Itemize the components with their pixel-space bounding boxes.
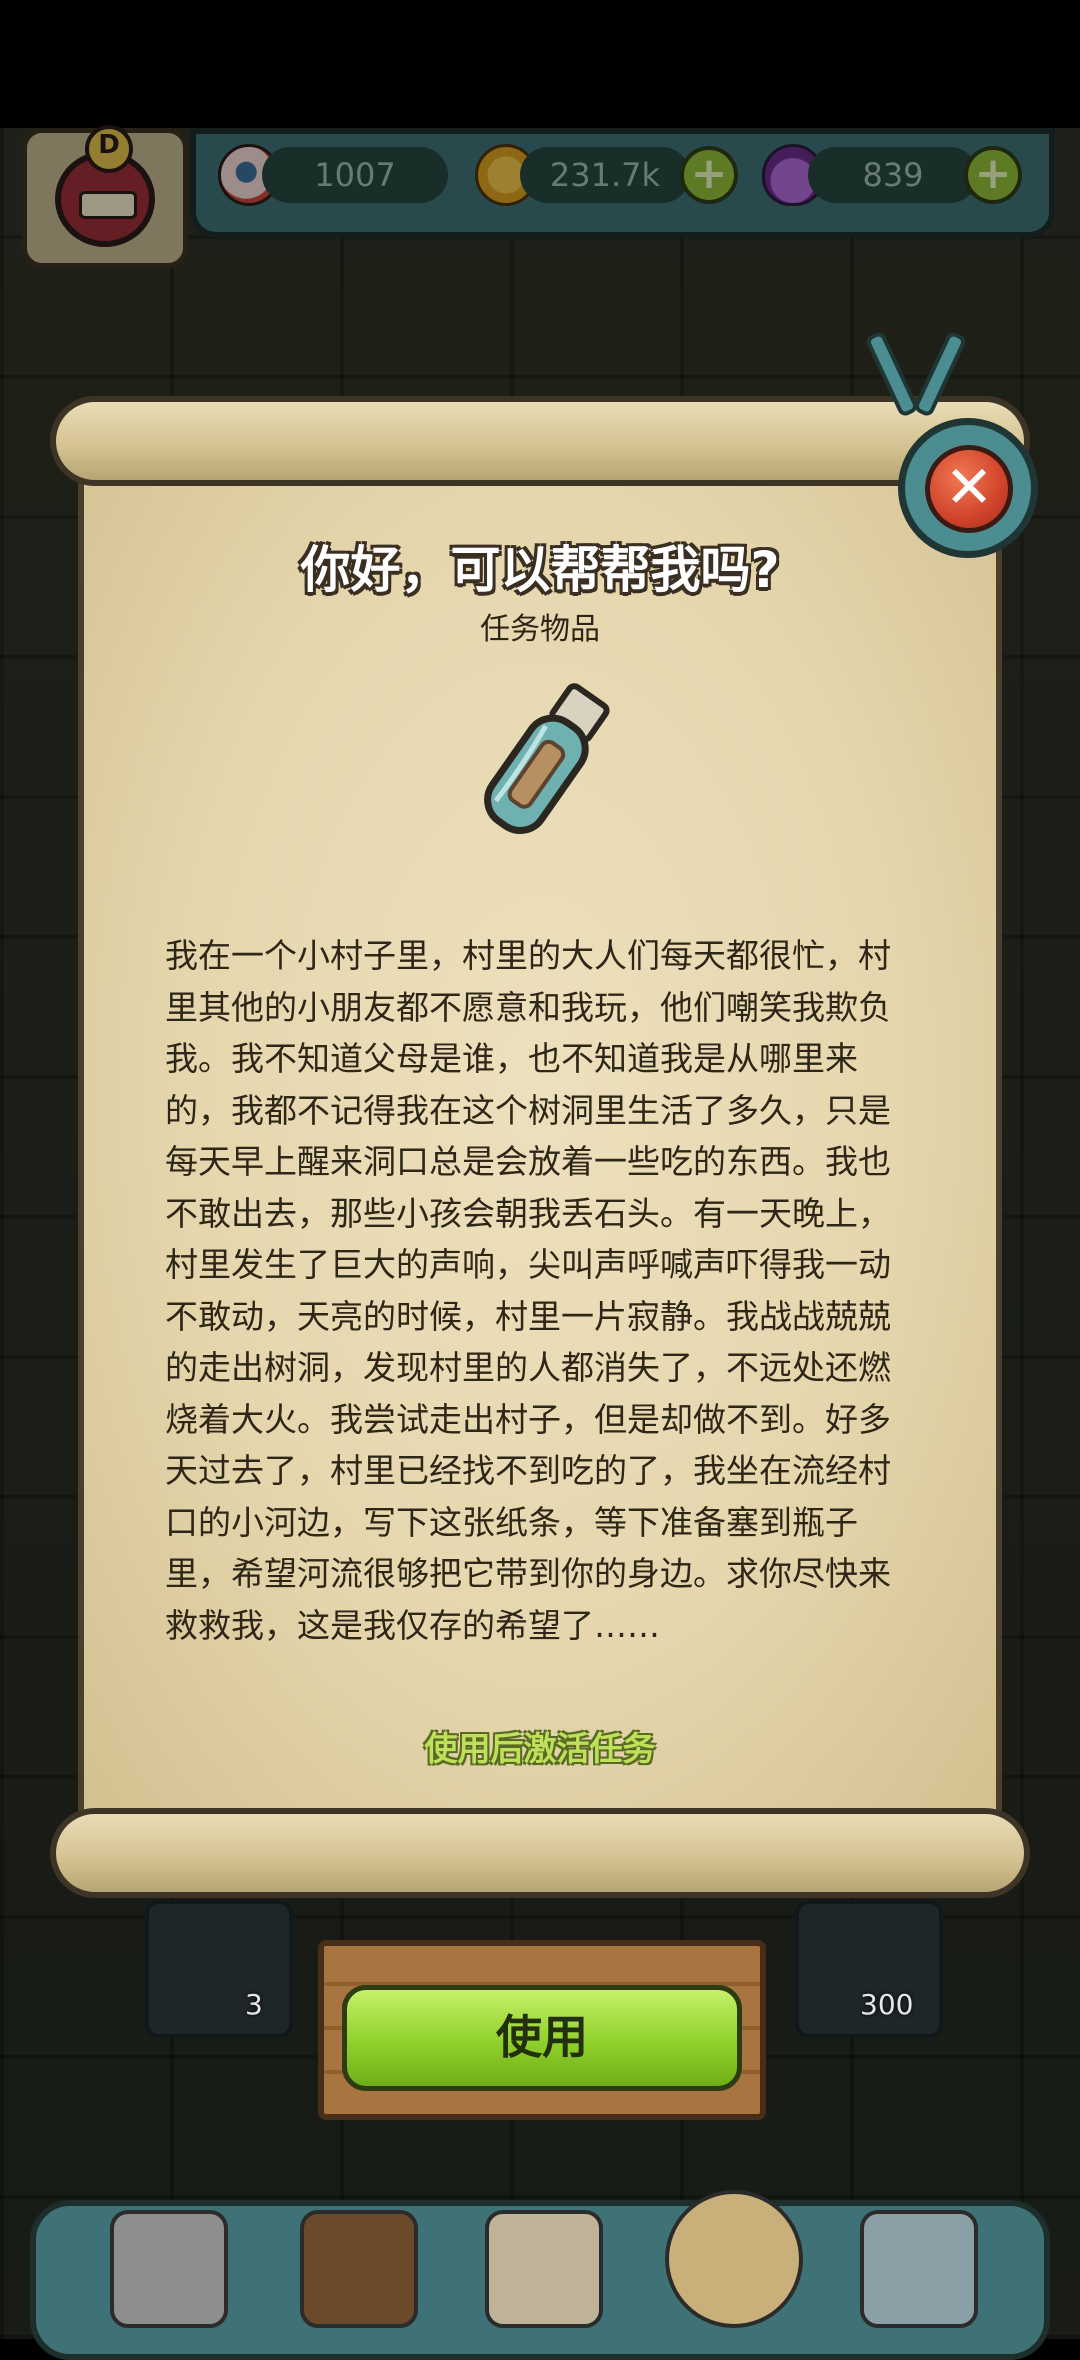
shop-icon[interactable] [110, 2210, 228, 2328]
use-button[interactable]: 使用 [342, 1985, 742, 2091]
grid-menu-icon[interactable] [860, 2210, 978, 2328]
inventory-slot-count: 300 [860, 1988, 914, 2021]
dialog-title: 你好，可以帮帮我吗? [300, 541, 780, 599]
story-text: 我在一个小村子里，村里的大人们每天都很忙，村里其他的小朋友都不愿意和我玩，他们嘲… [165, 936, 891, 1645]
monster-icon[interactable] [300, 2210, 418, 2328]
close-icon: ✕ [925, 445, 1013, 533]
activate-hint: 使用后激活任务 [424, 1729, 656, 1768]
book-icon[interactable] [485, 2210, 603, 2328]
inventory-slot[interactable] [145, 1900, 293, 2038]
scroll-bottom-roll [50, 1808, 1030, 1898]
scroll-top-roll [50, 396, 1030, 486]
dialog-subtitle: 任务物品 [480, 612, 600, 647]
inventory-slot-count: 3 [245, 1988, 263, 2021]
bag-icon[interactable] [665, 2190, 803, 2328]
message-in-bottle-icon [484, 683, 610, 834]
